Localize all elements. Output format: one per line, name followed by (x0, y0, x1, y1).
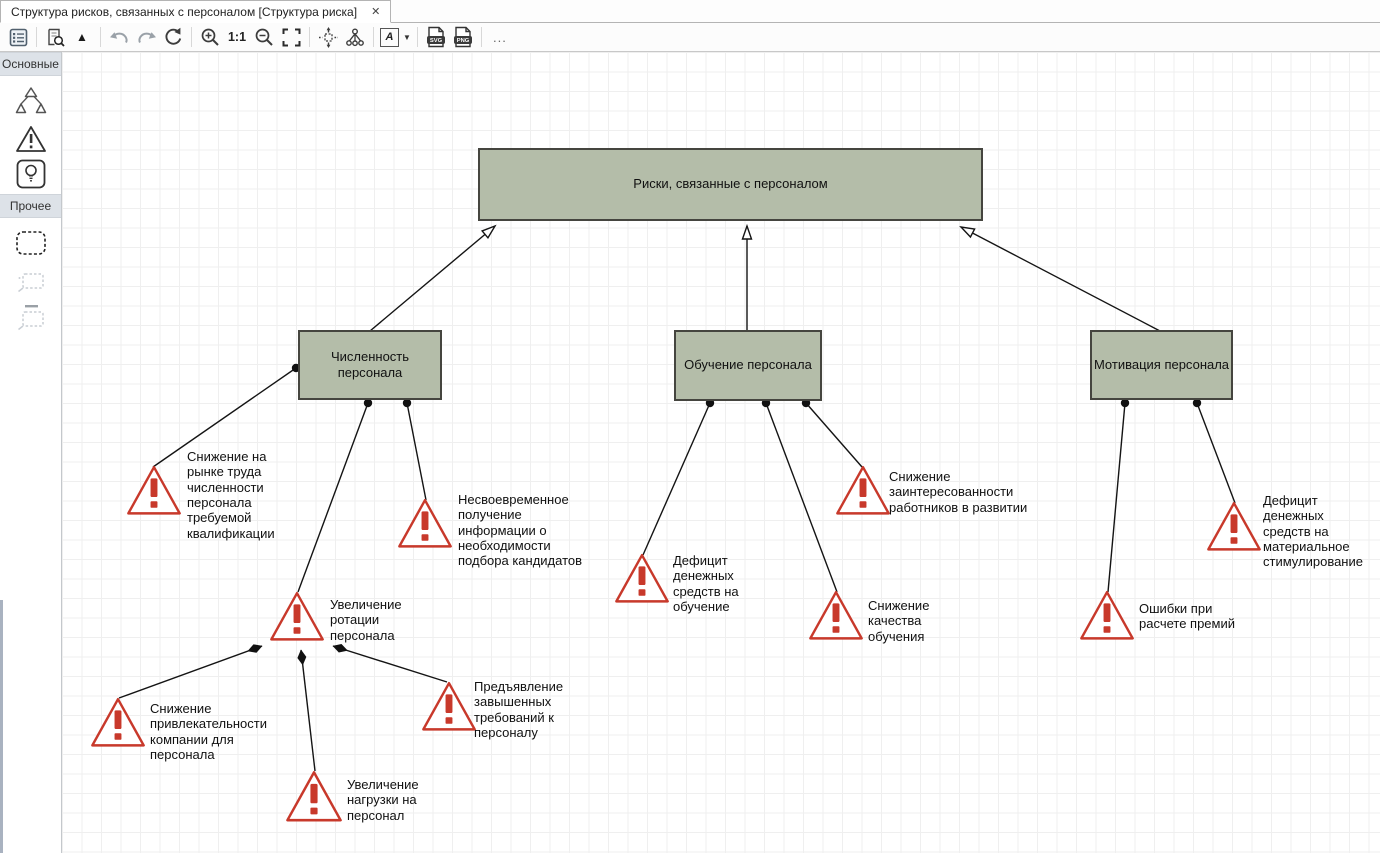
risk-node[interactable] (397, 497, 453, 555)
risk-label[interactable]: Снижение на рынке труда численности перс… (187, 449, 289, 541)
aggregation-link[interactable] (301, 650, 315, 771)
category-node[interactable]: Численность персонала (298, 330, 442, 400)
category-node-label: Численность персонала (318, 349, 423, 382)
risk-node[interactable] (269, 590, 325, 648)
risk-link[interactable] (1108, 403, 1125, 592)
risk-node[interactable] (1079, 589, 1135, 647)
diagram: Риски, связанные с персоналом Численност… (0, 0, 1380, 853)
risk-node[interactable] (808, 589, 864, 647)
risk-warning-icon (90, 696, 146, 749)
risk-label[interactable]: Дефицит денежных средств на материальное… (1263, 493, 1373, 570)
risk-link[interactable] (298, 403, 368, 592)
category-node[interactable]: Обучение персонала (674, 330, 822, 401)
category-node-label: Обучение персонала (684, 357, 812, 373)
risk-warning-icon (285, 769, 343, 824)
risk-label[interactable]: Предъявление завышенных требований к пер… (474, 679, 580, 740)
risk-warning-icon (421, 680, 477, 733)
risk-warning-icon (835, 464, 891, 517)
risk-link[interactable] (643, 403, 710, 555)
risk-link[interactable] (407, 403, 426, 500)
generalization-link[interactable] (370, 226, 495, 331)
app-window: Структура рисков, связанных с персоналом… (0, 0, 1380, 853)
risk-label[interactable]: Несвоевременное получение информации о н… (458, 492, 590, 569)
risk-label[interactable]: Увеличение ротации персонала (330, 597, 426, 643)
aggregation-link[interactable] (119, 646, 262, 698)
risk-node[interactable] (90, 696, 146, 754)
risk-label[interactable]: Снижение заинтересованности работников в… (889, 469, 1041, 515)
risk-label[interactable]: Снижение качества обучения (868, 598, 950, 644)
risk-warning-icon (1079, 589, 1135, 642)
risk-node[interactable] (614, 552, 670, 610)
generalization-link[interactable] (961, 227, 1160, 331)
risk-node[interactable] (421, 680, 477, 738)
risk-warning-icon (269, 590, 325, 643)
risk-warning-icon (614, 552, 670, 605)
risk-label[interactable]: Увеличение нагрузки на персонал (347, 777, 443, 823)
aggregation-link[interactable] (333, 646, 447, 682)
risk-label[interactable]: Снижение привлекательности компании для … (150, 701, 286, 762)
risk-node[interactable] (126, 464, 182, 522)
risk-label[interactable]: Дефицит денежных средств на обучение (673, 553, 765, 614)
risk-link[interactable] (806, 403, 862, 467)
risk-warning-icon (1206, 500, 1262, 553)
risk-label[interactable]: Ошибки при расчете премий (1139, 601, 1257, 632)
risk-node[interactable] (285, 769, 343, 829)
risk-warning-icon (808, 589, 864, 642)
risk-warning-icon (397, 497, 453, 550)
risk-warning-icon (126, 464, 182, 517)
risk-link[interactable] (1197, 403, 1235, 503)
category-node-label: Мотивация персонала (1094, 357, 1229, 373)
risk-link[interactable] (766, 403, 837, 592)
category-node[interactable]: Мотивация персонала (1090, 330, 1233, 400)
root-node[interactable]: Риски, связанные с персоналом (478, 148, 983, 221)
risk-node[interactable] (835, 464, 891, 522)
risk-node[interactable] (1206, 500, 1262, 558)
root-node-label: Риски, связанные с персоналом (633, 176, 827, 192)
